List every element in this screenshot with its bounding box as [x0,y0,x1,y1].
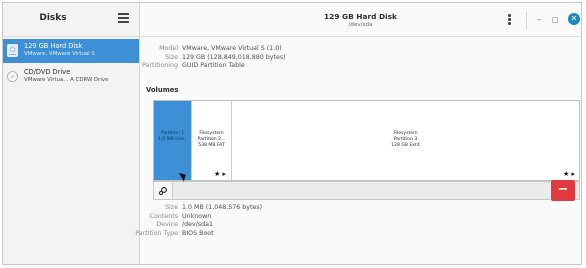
info-row-size: Size 1.0 MB (1,048,576 bytes) [130,204,262,213]
info-row-model: Model VMware, VMware Virtual S (1.0) [130,45,286,54]
info-row-partition-type: Partition Type BIOS Boot [130,230,262,239]
info-label: Partition Type [135,229,178,237]
device-description: VMware, VMware Virtual S [24,51,95,57]
info-value: Unknown [182,212,212,220]
partition-1-text: Partition 1 1.0 MB Unk.. [154,131,191,143]
mounted-star-play-icon: ★ ▸ [562,170,575,179]
info-label: Partitioning [142,62,178,69]
minimize-button[interactable]: – [537,15,541,25]
info-row-contents: Contents Unknown [130,213,262,222]
device-description: VMware Virtua... A CDRW Drive [24,77,109,83]
close-button[interactable]: ✕ [568,13,580,25]
header-bar: 129 GB Hard Disk /dev/sda – □ ✕ [140,3,581,37]
partition-line: 128 GB Ext4 [391,142,420,148]
disk-info: Model VMware, VMware Virtual S (1.0) Size… [130,45,286,71]
app-title: Disks [39,13,67,23]
info-label: Device [156,221,178,228]
main-pane: 129 GB Hard Disk /dev/sda – □ ✕ Model VMw… [135,3,581,264]
hard-disk-icon [7,44,18,57]
partition-line: 538 MB FAT [198,142,225,148]
disk-device-path: /dev/sda [348,22,373,28]
gears-icon [158,186,168,196]
optical-drive-icon [7,71,18,82]
info-value: GUID Partition Table [182,62,245,69]
info-label: Contents [149,212,178,220]
additional-options-button[interactable] [154,182,173,199]
partition-3-text: Filesystem Partition 3 128 GB Ext4 [232,131,579,148]
partition-2[interactable]: Filesystem Partition 2... 538 MB FAT ★ ▸ [192,101,232,180]
info-label: Size [165,53,178,61]
maximize-button[interactable]: □ [552,15,559,25]
partition-line: 1.0 MB Unk.. [157,136,188,142]
device-name: CD/DVD Drive [24,68,71,76]
partition-2-text: Filesystem Partition 2... 538 MB FAT [192,131,231,148]
volume-toolbar [153,181,580,200]
mounted-star-play-icon: ★ ▸ [213,170,226,179]
info-row-size: Size 129 GB (128,849,018,880 bytes) [130,54,286,63]
info-row-partitioning: Partitioning GUID Partition Table [130,62,286,71]
info-label: Size [165,204,178,211]
device-item-hard-disk[interactable]: 129 GB Hard Disk VMware, VMware Virtual … [3,39,139,63]
info-value: BIOS Boot [182,229,214,237]
device-name: 129 GB Hard Disk [24,42,83,50]
hamburger-menu-icon[interactable] [118,13,129,24]
disks-window: Disks 129 GB Hard Disk VMware, VMware Vi… [2,2,582,265]
info-label: Model [159,45,178,52]
kebab-menu-icon[interactable] [508,14,512,27]
sidebar: Disks 129 GB Hard Disk VMware, VMware Vi… [3,3,140,264]
partition-info: Size 1.0 MB (1,048,576 bytes) Contents Unk… [130,204,262,238]
delete-partition-button[interactable]: − [551,180,575,201]
partition-3[interactable]: Filesystem Partition 3 128 GB Ext4 ★ ▸ [232,101,579,180]
volumes-map: Partition 1 1.0 MB Unk.. Filesystem Part… [153,100,580,181]
partition-1[interactable]: Partition 1 1.0 MB Unk.. [154,101,192,180]
volumes-heading: Volumes [146,86,179,94]
info-value: 1.0 MB (1,048,576 bytes) [182,204,263,211]
partition-line: Partition 2... [197,136,226,142]
info-value: 129 GB (128,849,018,880 bytes) [182,53,286,61]
header-separator [526,12,527,29]
info-value: VMware, VMware Virtual S (1.0) [182,45,282,52]
info-value: /dev/sda1 [182,221,213,228]
disk-title: 129 GB Hard Disk [324,12,397,21]
device-item-optical-drive[interactable]: CD/DVD Drive VMware Virtua... A CDRW Dri… [3,65,139,89]
sidebar-header: Disks [3,3,139,37]
info-row-device: Device/dev/sda1 [130,221,262,230]
